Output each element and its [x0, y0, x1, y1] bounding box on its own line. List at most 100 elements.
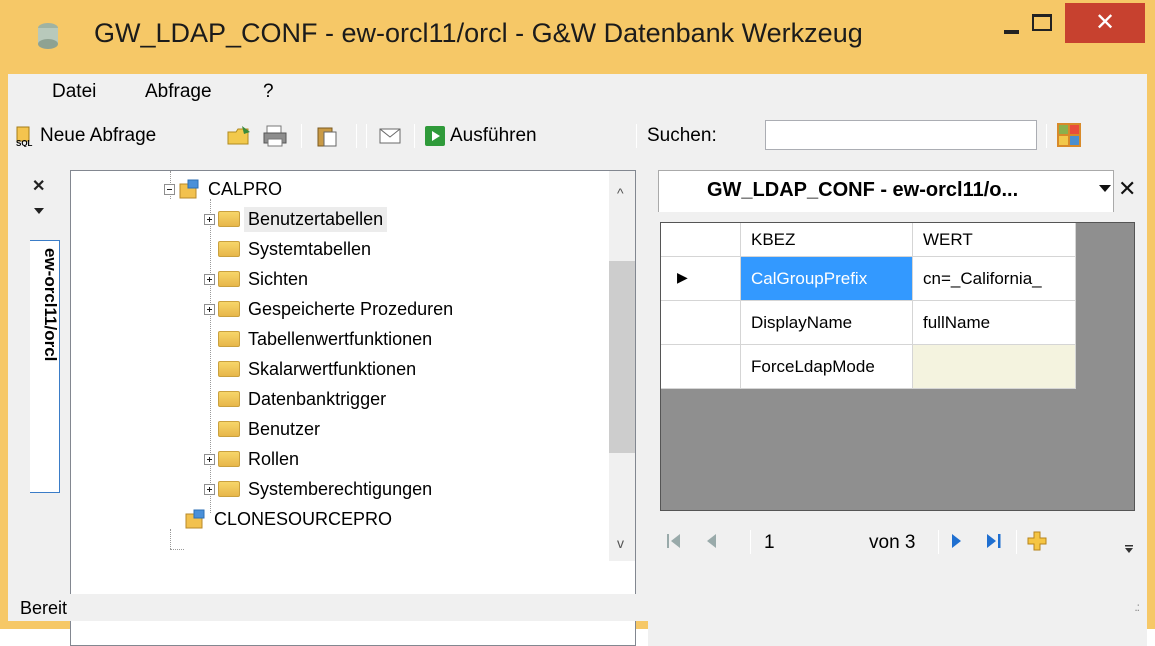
tab-gw-ldap-conf[interactable]: GW_LDAP_CONF - ew-orcl11/o... — [658, 170, 1114, 212]
next-record-icon[interactable] — [950, 532, 964, 550]
paste-icon[interactable] — [314, 124, 340, 148]
tree-node-tabellenwertfunktionen[interactable]: Tabellenwertfunktionen — [218, 325, 432, 353]
navigator-separator — [750, 530, 751, 554]
expand-icon[interactable] — [204, 453, 215, 465]
folder-icon — [218, 481, 240, 497]
print-icon[interactable] — [262, 124, 288, 148]
tree-node-prozeduren[interactable]: Gespeicherte Prozeduren — [204, 295, 453, 323]
overflow-icon[interactable] — [1124, 544, 1134, 554]
table-cell[interactable]: ForceLdapMode — [741, 345, 913, 389]
tab-menu-icon[interactable] — [1099, 185, 1111, 192]
tree-node-label: Skalarwertfunktionen — [248, 358, 417, 379]
folder-icon — [218, 241, 240, 257]
menu-help[interactable]: ? — [263, 81, 274, 103]
menu-datei[interactable]: Datei — [52, 81, 96, 103]
collapse-icon[interactable] — [164, 183, 175, 195]
folder-icon — [218, 211, 240, 227]
table-cell[interactable]: fullName — [913, 301, 1076, 345]
tree-node-label: Datenbanktrigger — [248, 388, 387, 409]
tree-line — [170, 529, 171, 549]
toolbar: SQL Neue Abfrage Ausführen Suchen: — [8, 114, 1147, 158]
menu-bar: Datei Abfrage ? — [8, 74, 1147, 112]
tree-node-rollen[interactable]: Rollen — [204, 445, 299, 473]
search-input[interactable] — [765, 120, 1037, 150]
position-field[interactable]: 1 — [764, 532, 775, 554]
folder-icon — [218, 391, 240, 407]
tree-node-label: Benutzertabellen — [244, 206, 388, 232]
menu-abfrage[interactable]: Abfrage — [145, 81, 212, 103]
toolbar-separator — [356, 124, 357, 148]
tree-node-calpro[interactable]: CALPRO — [164, 175, 282, 203]
column-header-wert[interactable]: WERT — [913, 223, 1076, 257]
folder-icon — [218, 451, 240, 467]
table-cell[interactable] — [913, 345, 1076, 389]
mail-icon[interactable] — [378, 126, 402, 146]
database-tree[interactable]: CALPRO Benutzertabellen Systemtabellen S… — [70, 170, 636, 646]
table-cell[interactable]: CalGroupPrefix — [741, 257, 913, 301]
tree-node-clonesourcepro[interactable]: CLONESOURCEPRO — [184, 505, 392, 533]
toolbar-separator — [636, 124, 637, 148]
table-cell[interactable]: cn=_California_ — [913, 257, 1076, 301]
table-cell[interactable]: DisplayName — [741, 301, 913, 345]
folder-icon — [218, 361, 240, 377]
status-bar: Bereit .: — [8, 594, 1147, 621]
tree-node-benutzertabellen[interactable]: Benutzertabellen — [204, 205, 388, 233]
expand-icon[interactable] — [204, 483, 215, 495]
tree-node-benutzer[interactable]: Benutzer — [218, 415, 320, 443]
resize-grip-icon[interactable]: .: — [1134, 600, 1140, 614]
record-count-label: von 3 — [869, 532, 916, 553]
tree-node-systemberechtigungen[interactable]: Systemberechtigungen — [204, 475, 432, 503]
row-header[interactable]: ▶ — [661, 257, 741, 301]
grid-corner — [661, 223, 741, 257]
execute-label: Ausführen — [450, 125, 537, 146]
current-row-icon: ▶ — [677, 269, 688, 285]
sidebar-close-icon[interactable]: ✕ — [32, 176, 45, 196]
tree-node-label: Benutzer — [248, 418, 321, 439]
sql-icon: SQL — [16, 126, 33, 147]
tree-node-skalarwertfunktionen[interactable]: Skalarwertfunktionen — [218, 355, 416, 383]
last-record-icon[interactable] — [985, 532, 1003, 550]
execute-button[interactable]: Ausführen — [424, 122, 537, 150]
open-folder-icon[interactable] — [226, 124, 252, 148]
scroll-down-icon[interactable]: v — [617, 535, 624, 551]
tree-node-label: Sichten — [248, 268, 309, 289]
scroll-up-icon[interactable]: ^ — [617, 185, 624, 201]
tree-node-datenbanktrigger[interactable]: Datenbanktrigger — [218, 385, 386, 413]
tree-scroll-thumb[interactable] — [609, 261, 635, 453]
tree-node-systemtabellen[interactable]: Systemtabellen — [218, 235, 371, 263]
row-header[interactable] — [661, 345, 741, 389]
expand-icon[interactable] — [204, 303, 215, 315]
sidebar-menu-icon[interactable] — [34, 208, 44, 214]
expand-icon[interactable] — [204, 213, 215, 225]
tree-node-label: Systemtabellen — [248, 238, 372, 259]
row-header[interactable] — [661, 301, 741, 345]
grid-icon[interactable] — [1056, 122, 1082, 148]
tree-line — [170, 549, 184, 550]
folder-icon — [218, 301, 240, 317]
first-record-icon[interactable] — [666, 532, 682, 550]
tab-close-icon[interactable]: ✕ — [1118, 176, 1136, 202]
column-header-kbez[interactable]: KBEZ — [741, 223, 913, 257]
navigator-separator — [938, 530, 939, 554]
svg-text:SQL: SQL — [16, 139, 33, 147]
folder-icon — [218, 271, 240, 287]
tree-node-label: Systemberechtigungen — [248, 478, 433, 499]
maximize-button[interactable] — [1025, 8, 1070, 48]
navigator-separator — [1016, 530, 1017, 554]
folder-icon — [218, 331, 240, 347]
tree-node-label: CLONESOURCEPRO — [214, 508, 393, 529]
tree-node-label: Tabellenwertfunktionen — [248, 328, 433, 349]
title-bar[interactable]: GW_LDAP_CONF - ew-orcl11/orcl - G&W Date… — [0, 0, 1155, 74]
toolbar-separator — [1046, 124, 1047, 148]
connection-tab-label: ew-orcl11/orcl — [41, 248, 60, 362]
close-button[interactable]: ✕ — [1065, 3, 1145, 43]
expand-icon[interactable] — [204, 273, 215, 285]
tree-node-sichten[interactable]: Sichten — [204, 265, 308, 293]
tree-node-label: CALPRO — [208, 178, 283, 199]
previous-record-icon[interactable] — [704, 532, 718, 550]
new-query-button[interactable]: SQL Neue Abfrage — [14, 122, 156, 150]
tree-node-label: Rollen — [248, 448, 300, 469]
new-query-label: Neue Abfrage — [40, 125, 157, 146]
add-record-icon[interactable] — [1026, 530, 1048, 552]
data-grid[interactable]: KBEZ WERT ▶ CalGroupPrefix cn=_Californi… — [660, 222, 1135, 511]
